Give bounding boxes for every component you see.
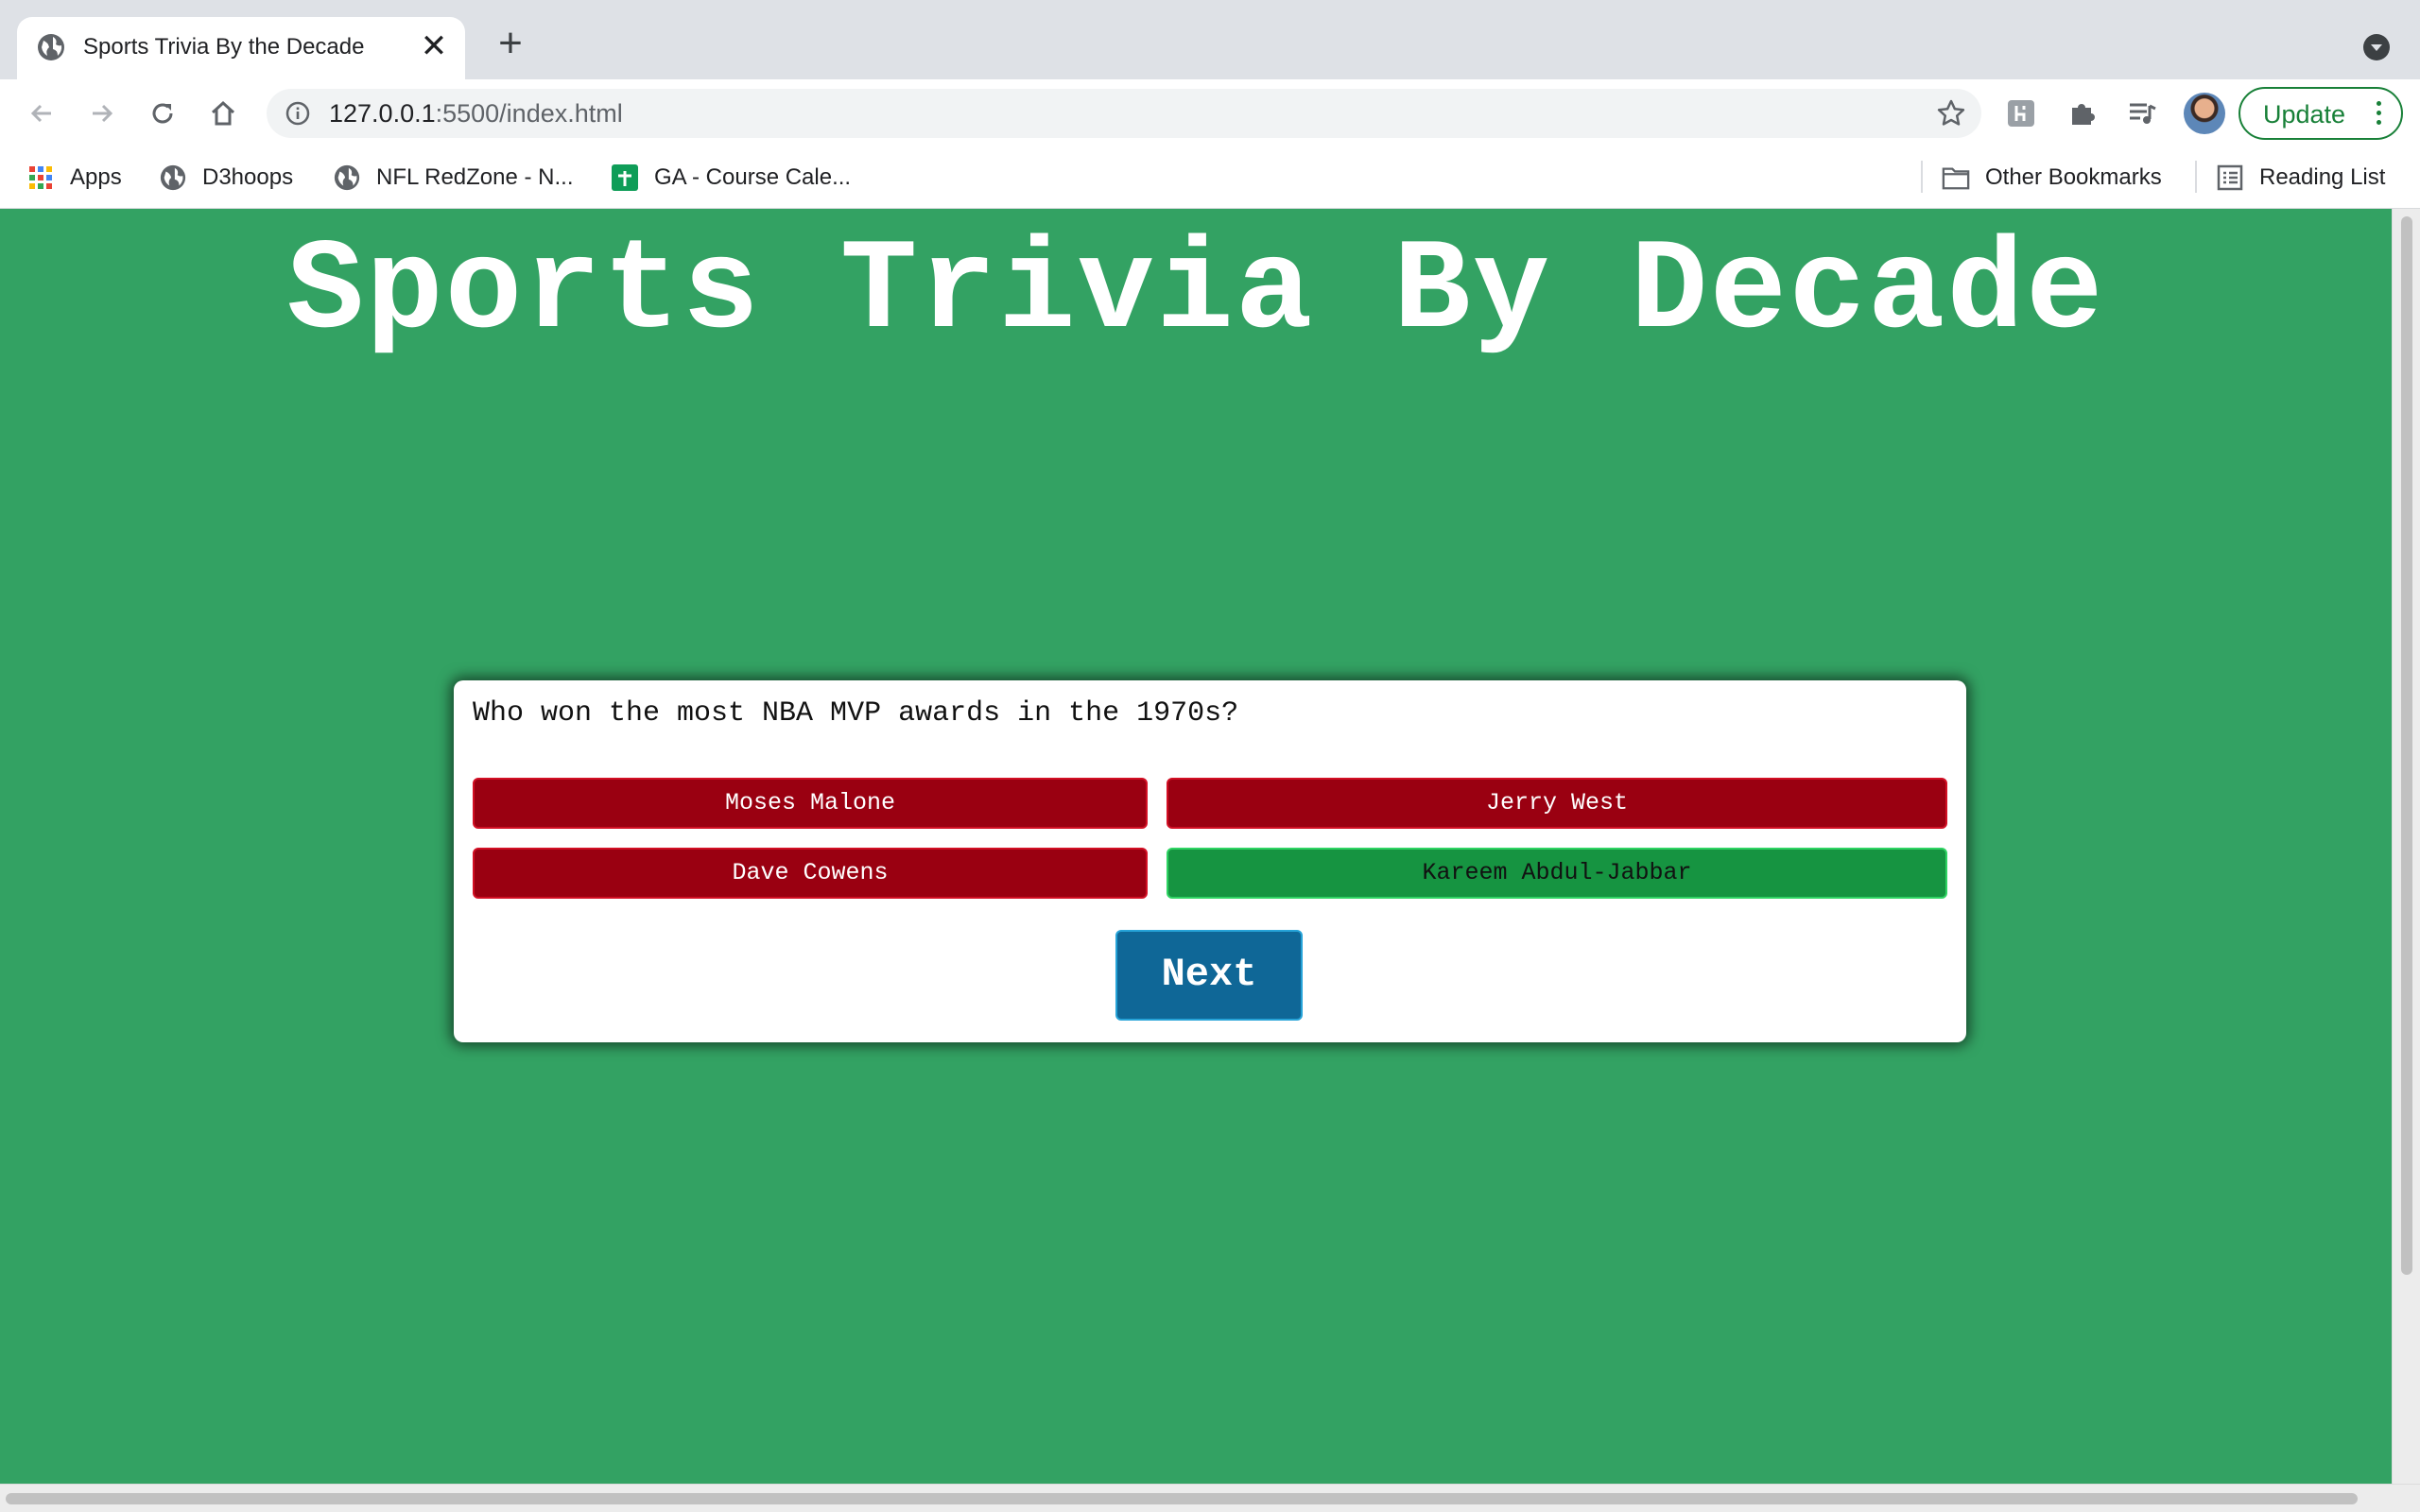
tab-title: Sports Trivia By the Decade	[83, 34, 365, 60]
bookmark-label: GA - Course Cale...	[654, 164, 852, 190]
site-info-icon[interactable]	[285, 101, 310, 126]
globe-icon	[159, 163, 187, 192]
bookmarks-separator	[2195, 161, 2197, 193]
answer-button-moses-malone[interactable]: Moses Malone	[473, 778, 1148, 829]
update-button[interactable]: Update	[2238, 87, 2403, 140]
apps-grid-icon	[26, 163, 55, 192]
other-bookmarks[interactable]: Other Bookmarks	[1942, 163, 2162, 193]
tab-close-icon[interactable]: ✕	[418, 30, 450, 62]
home-icon	[211, 100, 235, 126]
address-bar[interactable]: 127.0.0.1:5500/index.html	[267, 89, 1981, 138]
answer-button-dave-cowens[interactable]: Dave Cowens	[473, 848, 1148, 899]
extensions-puzzle-icon[interactable]	[2065, 96, 2099, 130]
globe-icon	[38, 34, 64, 60]
profile-avatar[interactable]	[2184, 93, 2225, 134]
forward-button[interactable]	[81, 93, 123, 134]
next-button[interactable]: Next	[1115, 930, 1303, 1021]
reload-icon	[152, 103, 173, 124]
question-text: Who won the most NBA MVP awards in the 1…	[473, 697, 1239, 730]
bookmark-d3hoops[interactable]: D3hoops	[159, 163, 293, 193]
vertical-scroll-thumb[interactable]	[2401, 216, 2412, 1275]
bookmark-apps[interactable]: Apps	[26, 163, 122, 193]
page-viewport: Sports Trivia By Decade Who won the most…	[0, 209, 2392, 1484]
reading-list-icon	[2216, 163, 2244, 192]
vertical-scrollbar[interactable]	[2392, 209, 2420, 1484]
bookmark-label: D3hoops	[202, 164, 294, 190]
reading-list[interactable]: Reading List	[2216, 163, 2385, 193]
reading-list-label: Reading List	[2259, 164, 2386, 190]
reload-button[interactable]	[142, 93, 183, 134]
url-host: 127.0.0.1	[329, 99, 436, 128]
browser-toolbar: 127.0.0.1:5500/index.html Update	[0, 79, 2420, 147]
url-text[interactable]: 127.0.0.1:5500/index.html	[329, 99, 623, 129]
bookmark-label: NFL RedZone - N...	[376, 164, 574, 190]
url-path: :5500/index.html	[435, 99, 623, 128]
back-button[interactable]	[21, 93, 62, 134]
browser-tab-active[interactable]: Sports Trivia By the Decade ✕	[17, 17, 465, 79]
update-label: Update	[2263, 100, 2346, 129]
new-tab-button[interactable]: +	[490, 23, 531, 66]
other-bookmarks-label: Other Bookmarks	[1985, 164, 2162, 190]
bookmarks-bar: Apps D3hoops NFL RedZone - N... GA - Cou…	[0, 147, 2420, 209]
more-menu-icon[interactable]	[2377, 101, 2382, 126]
horizontal-scroll-thumb[interactable]	[6, 1493, 2358, 1504]
back-arrow-icon	[30, 104, 51, 123]
folder-icon	[1942, 163, 1970, 192]
answer-button-kareem-abdul-jabbar[interactable]: Kareem Abdul-Jabbar	[1167, 848, 1947, 899]
extension-h-icon[interactable]	[2004, 96, 2038, 130]
quiz-card: Who won the most NBA MVP awards in the 1…	[454, 680, 1966, 1042]
globe-icon	[333, 163, 361, 192]
answer-button-jerry-west[interactable]: Jerry West	[1167, 778, 1947, 829]
home-button[interactable]	[202, 93, 244, 134]
media-playlist-icon[interactable]	[2125, 96, 2159, 130]
bookmarks-separator	[1921, 161, 1923, 193]
tab-search-icon[interactable]	[2363, 34, 2390, 60]
tab-strip: Sports Trivia By the Decade ✕ +	[0, 0, 2420, 79]
horizontal-scrollbar[interactable]	[0, 1484, 2420, 1512]
forward-arrow-icon	[93, 104, 113, 123]
sheets-icon	[611, 163, 639, 192]
bookmark-star-icon[interactable]	[1936, 98, 1966, 129]
bookmark-ga-course-calendar[interactable]: GA - Course Cale...	[611, 163, 851, 193]
page-title: Sports Trivia By Decade	[286, 219, 2105, 365]
bookmark-label: Apps	[70, 164, 122, 190]
bookmark-nfl-redzone[interactable]: NFL RedZone - N...	[333, 163, 574, 193]
